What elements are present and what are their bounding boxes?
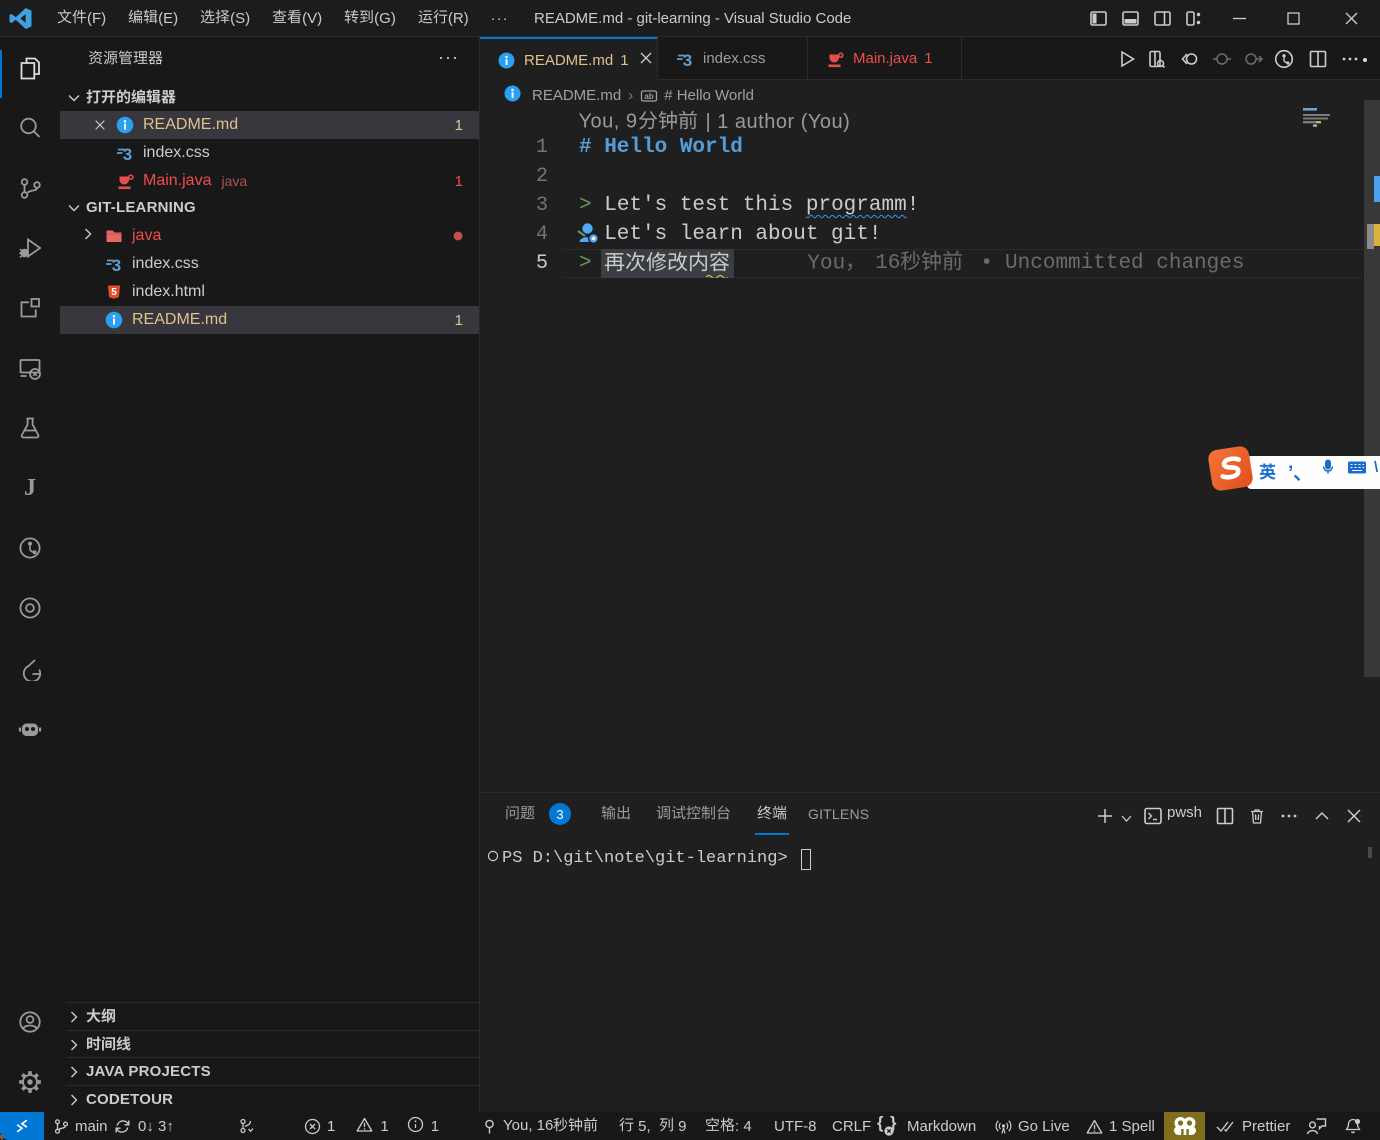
svg-text:5: 5: [111, 287, 117, 298]
svg-text:3: 3: [683, 51, 692, 69]
svg-text:ab: ab: [645, 92, 654, 101]
svg-text:3: 3: [123, 145, 132, 163]
svg-text:3: 3: [112, 256, 121, 274]
svg-text:J: J: [24, 475, 36, 501]
